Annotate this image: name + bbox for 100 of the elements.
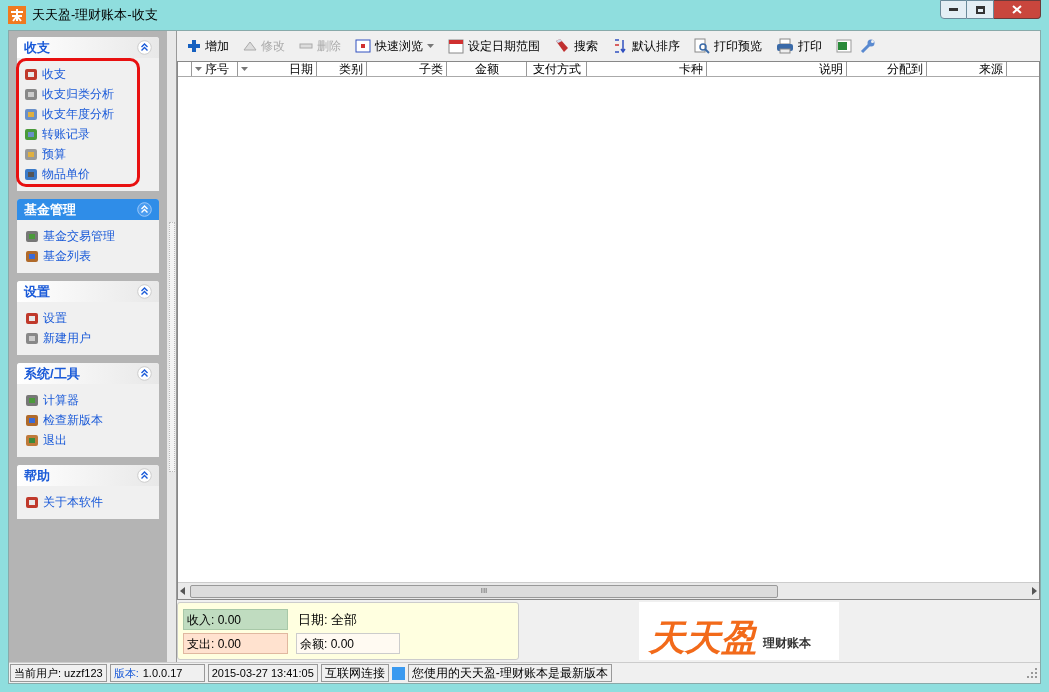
- sidebar-item[interactable]: 计算器: [20, 390, 156, 410]
- version-label: 版本:: [113, 665, 139, 681]
- wrench-icon: [860, 38, 876, 54]
- column-header[interactable]: 类别: [317, 62, 367, 76]
- column-header[interactable]: 序号: [192, 62, 238, 76]
- panel-header[interactable]: 帮助: [17, 465, 159, 486]
- grid-icon: [355, 39, 371, 53]
- collapse-icon[interactable]: [137, 40, 152, 55]
- toolbar-button[interactable]: 打印: [776, 37, 822, 55]
- sidebar-item[interactable]: 转账记录: [19, 124, 137, 144]
- item-icon: [24, 392, 40, 408]
- column-header[interactable]: 卡种: [587, 62, 707, 76]
- sort-icon: [612, 38, 628, 54]
- item-icon: [24, 412, 40, 428]
- connection-indicator-icon: [391, 666, 405, 680]
- sidebar-item[interactable]: 预算: [19, 144, 137, 164]
- caret-icon: [241, 67, 248, 71]
- column-header[interactable]: 说明: [707, 62, 847, 76]
- settings-button[interactable]: [860, 38, 876, 54]
- export-button[interactable]: [836, 39, 852, 53]
- sidebar-item[interactable]: 退出: [20, 430, 156, 450]
- item-icon: [23, 66, 39, 82]
- toolbar-button[interactable]: 增加: [187, 37, 229, 55]
- panel-title: 系统/工具: [24, 364, 80, 383]
- income-total: 收入: 0.00: [183, 609, 288, 630]
- item-icon: [24, 310, 40, 326]
- collapse-icon[interactable]: [137, 202, 152, 217]
- toolbar-button[interactable]: 快速浏览: [355, 37, 434, 55]
- expense-total: 支出: 0.00: [183, 633, 288, 654]
- current-user: 当前用户: uzzf123: [10, 664, 107, 682]
- close-button[interactable]: [994, 0, 1041, 19]
- minimize-button[interactable]: [940, 0, 967, 19]
- minus-icon: [299, 43, 313, 49]
- toolbar-button[interactable]: 默认排序: [612, 37, 680, 55]
- sidebar-item[interactable]: 收支年度分析: [19, 104, 137, 124]
- item-icon: [24, 248, 40, 264]
- connection-status: 互联网连接: [320, 664, 389, 682]
- item-icon: [24, 330, 40, 346]
- item-icon: [23, 106, 39, 122]
- column-header[interactable]: 支付方式: [527, 62, 587, 76]
- spreadsheet-icon: [836, 39, 852, 53]
- collapse-icon[interactable]: [137, 284, 152, 299]
- window-title: 天天盈-理财账本-收支: [32, 6, 158, 25]
- column-header[interactable]: 金额: [447, 62, 527, 76]
- column-header[interactable]: 日期: [238, 62, 317, 76]
- flashlight-icon: [554, 38, 570, 54]
- sidebar-item[interactable]: 新建用户: [20, 328, 156, 348]
- magnifier-icon: [694, 38, 710, 54]
- maximize-button[interactable]: [967, 0, 994, 19]
- collapse-icon[interactable]: [137, 366, 152, 381]
- status-message: 您使用的天天盈-理财账本是最新版本: [407, 664, 612, 682]
- item-icon: [23, 146, 39, 162]
- printer-icon: [776, 38, 794, 54]
- resize-grip-icon[interactable]: [1027, 668, 1037, 678]
- item-icon: [23, 126, 39, 142]
- panel-header[interactable]: 设置: [17, 281, 159, 302]
- toolbar-button[interactable]: 设定日期范围: [448, 37, 540, 55]
- version-number: 1.0.0.17: [142, 665, 183, 681]
- panel-title: 收支: [24, 38, 50, 57]
- sidebar-item[interactable]: 基金交易管理: [20, 226, 156, 246]
- brand-subtitle: 理财账本: [763, 635, 811, 652]
- sidebar-item[interactable]: 关于本软件: [20, 492, 156, 512]
- collapse-icon[interactable]: [137, 468, 152, 483]
- plus-icon: [187, 39, 201, 53]
- item-icon: [24, 494, 40, 510]
- scroll-right-icon[interactable]: [1031, 587, 1037, 595]
- date-filter: 日期: 全部: [297, 610, 359, 629]
- panel-header[interactable]: 系统/工具: [17, 363, 159, 384]
- sidebar-item[interactable]: 设置: [20, 308, 156, 328]
- panel-title: 设置: [24, 282, 50, 301]
- item-icon: [24, 432, 40, 448]
- calendar-icon: [448, 38, 464, 54]
- toolbar-button[interactable]: 搜索: [554, 37, 598, 55]
- panel-header[interactable]: 基金管理: [17, 199, 159, 220]
- scroll-thumb[interactable]: III: [190, 584, 778, 598]
- sidebar-item[interactable]: 基金列表: [20, 246, 156, 266]
- panel-title: 基金管理: [24, 200, 76, 219]
- close-icon: [1012, 5, 1022, 14]
- panel-title: 帮助: [24, 466, 50, 485]
- toolbar-button[interactable]: 打印预览: [694, 37, 762, 55]
- column-header[interactable]: 分配到: [847, 62, 927, 76]
- sidebar-item[interactable]: 收支归类分析: [19, 84, 137, 104]
- status-datetime: 2015-03-27 13:41:05: [207, 664, 318, 682]
- app-logo-icon: [8, 6, 26, 24]
- scroll-left-icon[interactable]: [180, 587, 186, 595]
- horizontal-scrollbar[interactable]: III: [178, 582, 1039, 599]
- panel-header[interactable]: 收支: [17, 37, 159, 58]
- item-icon: [23, 166, 39, 182]
- brand-logo: 天天盈: [649, 620, 757, 656]
- sidebar-item[interactable]: 物品单价: [19, 164, 137, 184]
- column-header[interactable]: 来源: [927, 62, 1007, 76]
- splitter-handle[interactable]: [168, 221, 175, 472]
- balance-total: 余额: 0.00: [296, 633, 400, 654]
- item-icon: [24, 228, 40, 244]
- sidebar-item[interactable]: 检查新版本: [20, 410, 156, 430]
- caret-icon: [427, 44, 434, 48]
- column-header[interactable]: 子类: [367, 62, 447, 76]
- item-icon: [23, 86, 39, 102]
- caret-icon: [195, 67, 202, 71]
- sidebar-item[interactable]: 收支: [19, 64, 137, 84]
